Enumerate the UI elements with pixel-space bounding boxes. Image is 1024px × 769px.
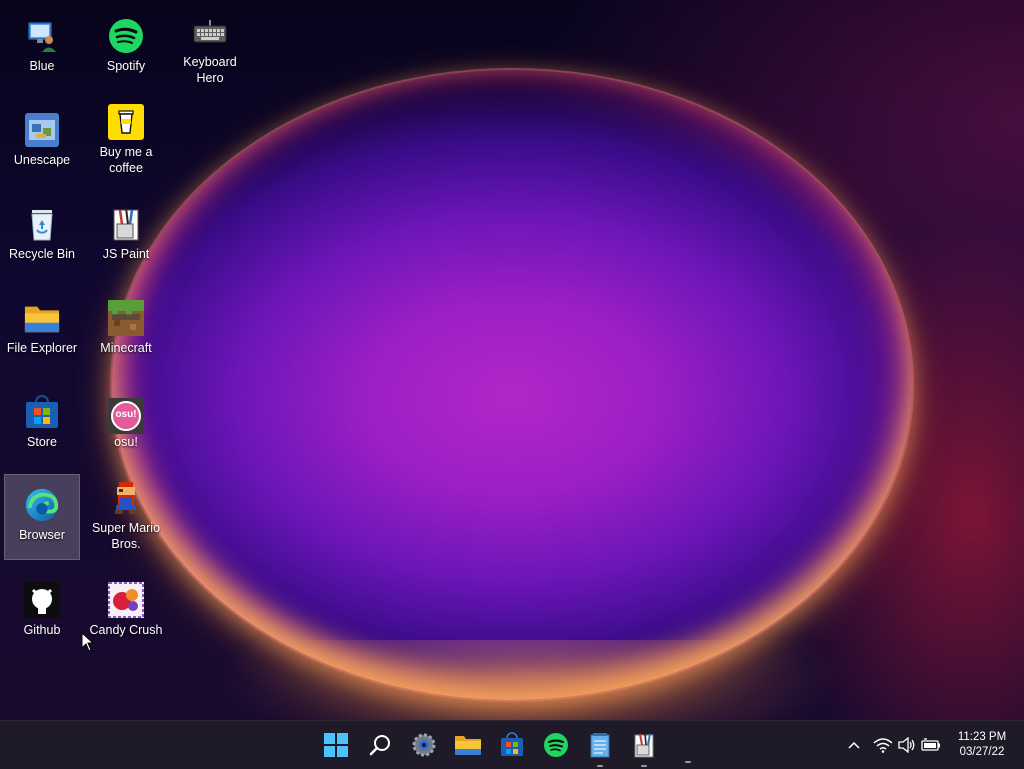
desktop-icon-label: Keyboard Hero bbox=[183, 55, 237, 85]
desktop-icon-minecraft[interactable]: Minecraft bbox=[87, 296, 165, 382]
desktop-icon-label: Github bbox=[23, 623, 61, 637]
settings-button[interactable] bbox=[406, 729, 442, 761]
unescape-icon bbox=[24, 112, 60, 148]
chevron-up-icon bbox=[848, 741, 860, 749]
search-icon bbox=[369, 735, 390, 756]
desktop-icon-blue[interactable]: Blue bbox=[3, 14, 81, 100]
edge-browser-icon bbox=[24, 487, 60, 523]
store-icon bbox=[24, 394, 60, 430]
blue-user-monitor-icon bbox=[24, 18, 60, 54]
folder-icon bbox=[455, 736, 481, 755]
taskbar-clock[interactable]: 11:23 PM 03/27/22 bbox=[950, 730, 1014, 760]
running-indicator bbox=[641, 765, 647, 767]
desktop-icon-buy-me-a-coffee[interactable]: Buy me a coffee bbox=[87, 100, 165, 186]
js-paint-button[interactable] bbox=[626, 729, 662, 767]
desktop-icon-spotify[interactable]: Spotify bbox=[87, 14, 165, 100]
desktop-icon-super-mario-bros[interactable]: Super Mario Bros. bbox=[87, 476, 165, 562]
desktop-icon-label: Spotify bbox=[106, 59, 146, 73]
desktop-icon-browser[interactable]: Browser bbox=[4, 474, 80, 560]
desktop-icon-js-paint[interactable]: JS Paint bbox=[87, 202, 165, 288]
mario-icon bbox=[108, 480, 144, 516]
volume-button[interactable] bbox=[894, 729, 920, 761]
desktop-icon-recycle-bin[interactable]: Recycle Bin bbox=[3, 202, 81, 288]
desktop-icon-label: Unescape bbox=[13, 153, 71, 167]
battery-icon bbox=[921, 738, 940, 751]
spotify-button[interactable] bbox=[538, 729, 574, 761]
start-button[interactable] bbox=[318, 729, 354, 761]
paint-icon bbox=[634, 732, 654, 758]
desktop-icon-label: Minecraft bbox=[100, 341, 152, 355]
github-icon bbox=[24, 582, 60, 618]
clock-time: 11:23 PM bbox=[957, 731, 1007, 743]
desktop-icon-label: Recycle Bin bbox=[9, 247, 75, 261]
desktop-icon-label: Buy me a coffee bbox=[99, 145, 153, 175]
coffee-cup-icon bbox=[108, 104, 144, 140]
store-button[interactable] bbox=[494, 729, 530, 761]
windows-start-icon bbox=[324, 733, 348, 757]
running-indicator bbox=[685, 761, 691, 763]
file-explorer-button[interactable] bbox=[450, 729, 486, 761]
show-hidden-icons-button[interactable] bbox=[842, 729, 866, 761]
desktop-icon-label: Candy Crush bbox=[89, 623, 163, 637]
paint-icon bbox=[108, 206, 144, 242]
osu-icon: osu! bbox=[108, 398, 144, 434]
desktop-icon-label: osu! bbox=[114, 435, 138, 449]
notepad-icon bbox=[590, 733, 610, 758]
spotify-icon bbox=[108, 18, 144, 54]
desktop-icon-label: Super Mario Bros. bbox=[91, 521, 161, 551]
desktop-icon-github[interactable]: Github bbox=[3, 578, 81, 664]
taskbar: 11:23 PM 03/27/22 bbox=[0, 720, 1024, 769]
desktop-icon-label: JS Paint bbox=[102, 247, 150, 261]
spotify-icon bbox=[544, 733, 568, 757]
desktop-icon-candy-crush[interactable]: Candy Crush bbox=[87, 578, 165, 664]
clock-date: 03/27/22 bbox=[959, 746, 1005, 758]
store-icon bbox=[501, 732, 523, 756]
volume-icon bbox=[898, 737, 915, 753]
desktop-icons: Blue Unescape Recycle Bin File Explorer … bbox=[0, 0, 260, 700]
settings-icon bbox=[412, 733, 436, 757]
running-indicator bbox=[597, 765, 603, 767]
minecraft-icon bbox=[108, 300, 144, 336]
desktop-icon-label: Blue bbox=[29, 59, 55, 73]
search-button[interactable] bbox=[362, 729, 398, 761]
desktop-icon-osu[interactable]: osu! osu! bbox=[87, 394, 165, 480]
network-button[interactable] bbox=[870, 729, 896, 761]
desktop-icon-store[interactable]: Store bbox=[3, 390, 81, 476]
desktop-icon-label: File Explorer bbox=[6, 341, 78, 355]
wifi-icon bbox=[873, 738, 893, 753]
osu-icon-text: osu! bbox=[115, 409, 137, 420]
desktop-icon-label: Store bbox=[27, 435, 57, 449]
candy-crush-icon bbox=[108, 582, 144, 618]
mouse-cursor-icon bbox=[81, 632, 95, 652]
battery-button[interactable] bbox=[918, 729, 944, 761]
wallpaper-glow-bottom bbox=[220, 640, 840, 720]
recycle-bin-icon bbox=[24, 206, 60, 242]
desktop-icon-unescape[interactable]: Unescape bbox=[3, 108, 81, 194]
desktop-icon-keyboard-hero[interactable]: Keyboard Hero bbox=[171, 10, 249, 96]
folder-icon bbox=[24, 300, 60, 336]
desktop-icon-label: Browser bbox=[19, 528, 65, 542]
notepad-button[interactable] bbox=[582, 729, 618, 767]
desktop-icon-file-explorer[interactable]: File Explorer bbox=[3, 296, 81, 382]
keyboard-icon bbox=[192, 14, 228, 50]
